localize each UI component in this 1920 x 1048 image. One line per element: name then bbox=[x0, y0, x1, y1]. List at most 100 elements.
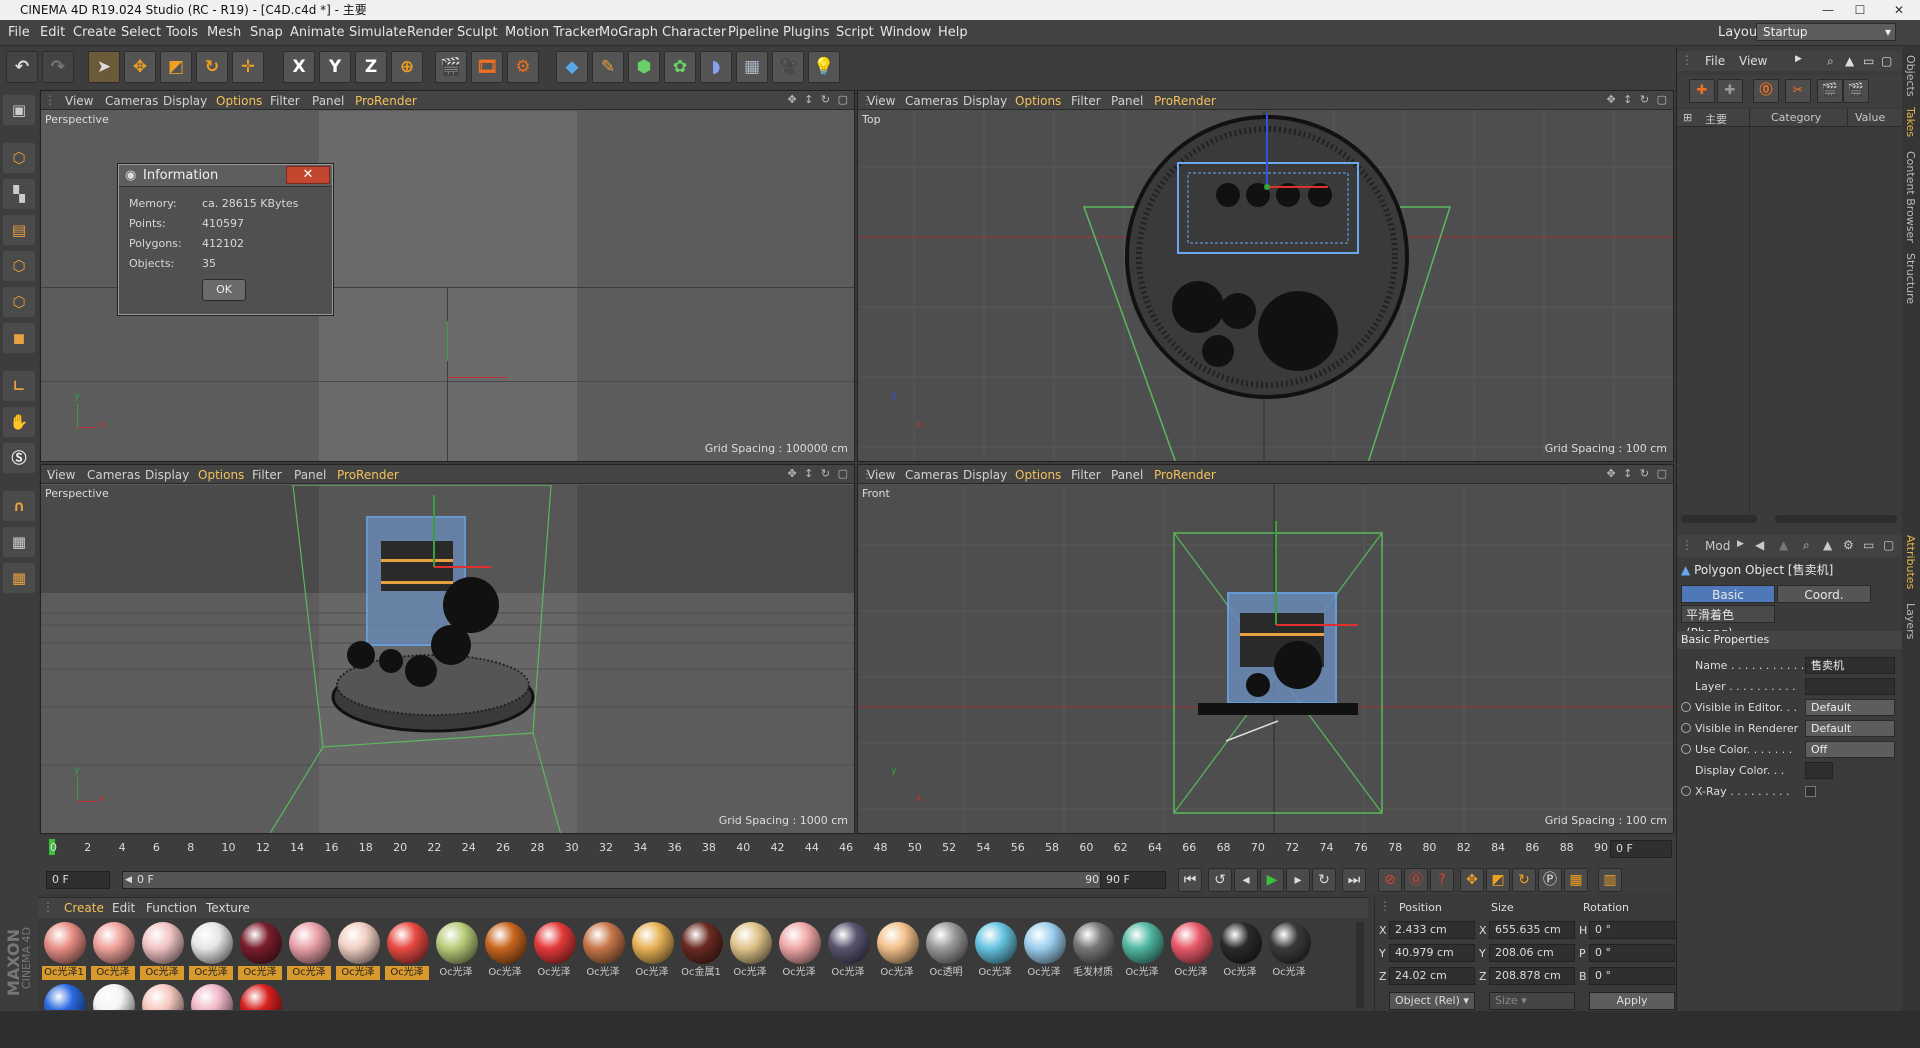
material-swatch[interactable]: 毛发材质 bbox=[1071, 922, 1115, 980]
key-pla-button[interactable]: ▦ bbox=[1564, 868, 1588, 892]
material-swatch[interactable] bbox=[238, 984, 282, 1010]
edges-mode-button[interactable]: ⬡ bbox=[3, 287, 35, 317]
rotation-h-field[interactable]: 0 ° bbox=[1589, 921, 1675, 939]
viewport-nav-icons[interactable]: ✥ ↕ ↻ ▢ bbox=[787, 467, 850, 480]
new-window-icon[interactable]: ▭ bbox=[1863, 538, 1874, 552]
maximize-icon[interactable]: ☐ bbox=[1846, 0, 1874, 18]
side-tab-objects[interactable]: Objects bbox=[1904, 55, 1917, 97]
autokey-button[interactable]: ⓪ bbox=[1404, 868, 1428, 892]
viewport-menu-prorender[interactable]: ProRender bbox=[355, 94, 417, 108]
viewport-menu-view[interactable]: View bbox=[867, 468, 895, 482]
record-button[interactable]: ⊘ bbox=[1378, 868, 1402, 892]
object-menu-file[interactable]: File bbox=[1705, 54, 1725, 68]
go-to-end-button[interactable]: ⏭ bbox=[1342, 868, 1366, 892]
material-swatch[interactable]: Oc光泽 bbox=[630, 922, 674, 980]
attr-mode-menu[interactable]: Mod bbox=[1705, 539, 1730, 553]
side-tab-structure[interactable]: Structure bbox=[1904, 253, 1917, 304]
attribute-value-field[interactable]: Default bbox=[1805, 720, 1895, 737]
maximize-panel-icon[interactable]: ▢ bbox=[1881, 54, 1892, 68]
viewport-menu-prorender[interactable]: ProRender bbox=[337, 468, 399, 482]
material-swatch[interactable] bbox=[91, 984, 135, 1010]
snap-button[interactable]: ∩ bbox=[3, 491, 35, 521]
menu-tools[interactable]: Tools bbox=[166, 25, 198, 40]
tab-basic[interactable]: Basic bbox=[1681, 585, 1775, 603]
horizontal-scrollbar[interactable] bbox=[1775, 515, 1897, 523]
pen-button[interactable]: ✎ bbox=[592, 51, 624, 83]
tab-phong[interactable]: 平滑着色(Phong) bbox=[1681, 605, 1775, 640]
redo-button[interactable]: ↷ bbox=[42, 51, 74, 83]
light-button[interactable]: 💡 bbox=[808, 51, 840, 83]
floor-button[interactable]: ▦ bbox=[736, 51, 768, 83]
viewport-menu-cameras[interactable]: Cameras bbox=[87, 468, 140, 482]
scale-tool-button[interactable]: ◩ bbox=[160, 51, 192, 83]
material-swatch[interactable]: Oc光泽 bbox=[532, 922, 576, 980]
xray-checkbox[interactable] bbox=[1805, 786, 1816, 797]
side-tab-attributes[interactable]: Attributes bbox=[1904, 535, 1917, 589]
viewport-menu-cameras[interactable]: Cameras bbox=[905, 94, 958, 108]
viewport-menu-filter[interactable]: Filter bbox=[270, 94, 300, 108]
object-menu-view[interactable]: View bbox=[1739, 54, 1767, 68]
material-swatch[interactable] bbox=[189, 984, 233, 1010]
polygons-mode-button[interactable]: ◼ bbox=[3, 323, 35, 353]
z-axis-button[interactable]: Z bbox=[355, 51, 387, 83]
take-expand-icon[interactable]: ⊞ bbox=[1683, 111, 1692, 124]
viewport-menu-display[interactable]: Display bbox=[163, 94, 207, 108]
model-mode-button[interactable]: ⬡ bbox=[3, 143, 35, 173]
viewport-menu-prorender[interactable]: ProRender bbox=[1154, 468, 1216, 482]
viewport-menu-options[interactable]: Options bbox=[198, 468, 244, 482]
render-picture-button[interactable]: 🎞 bbox=[471, 51, 503, 83]
material-menu-texture[interactable]: Texture bbox=[206, 901, 250, 915]
material-swatch[interactable]: Oc光泽 bbox=[875, 922, 919, 980]
end-frame-field[interactable]: 90 F bbox=[1100, 871, 1166, 889]
frame-range-slider[interactable]: ◀ 0 F 90 F ▶ bbox=[122, 871, 1128, 889]
position-z-field[interactable]: 24.02 cm bbox=[1389, 967, 1475, 985]
auto-take-button[interactable]: ✂ bbox=[1785, 79, 1811, 103]
cloner-button[interactable]: ✿ bbox=[664, 51, 696, 83]
take-add-button[interactable]: ✚ bbox=[1689, 79, 1715, 103]
planar-workplane-button[interactable]: ▦ bbox=[3, 563, 35, 593]
coordinate-mode-select[interactable]: Object (Rel) ▾ bbox=[1389, 992, 1475, 1010]
x-axis-button[interactable]: X bbox=[283, 51, 315, 83]
material-swatch[interactable]: Oc光泽 bbox=[483, 922, 527, 980]
material-menu-edit[interactable]: Edit bbox=[112, 901, 135, 915]
rotation-p-field[interactable]: 0 ° bbox=[1589, 944, 1675, 962]
animation-radio-icon[interactable] bbox=[1681, 786, 1691, 796]
material-swatch[interactable]: Oc光泽 bbox=[287, 922, 331, 980]
menu-character[interactable]: Character bbox=[662, 25, 726, 40]
make-editable-button[interactable]: ▣ bbox=[3, 95, 35, 125]
more-arrow-icon[interactable]: ▶ bbox=[1795, 54, 1802, 64]
viewport-nav-icons[interactable]: ✥ ↕ ↻ ▢ bbox=[1606, 467, 1669, 480]
viewport-menu-options[interactable]: Options bbox=[216, 94, 262, 108]
material-swatch[interactable]: Oc光泽 bbox=[1267, 922, 1311, 980]
undo-button[interactable]: ↶ bbox=[6, 51, 38, 83]
tab-coord[interactable]: Coord. bbox=[1777, 585, 1871, 603]
viewport-nav-icons[interactable]: ✥ ↕ ↻ ▢ bbox=[1606, 93, 1669, 106]
live-selection-button[interactable]: ➤ bbox=[88, 51, 120, 83]
size-mode-select[interactable]: Size ▾ bbox=[1489, 992, 1575, 1010]
cube-button[interactable]: ◆ bbox=[556, 51, 588, 83]
viewport-menu-panel[interactable]: Panel bbox=[1111, 468, 1143, 482]
workplane-mode-button[interactable]: ▤ bbox=[3, 215, 35, 245]
menu-animate[interactable]: Animate bbox=[290, 25, 344, 40]
take-root-label[interactable]: 主要 bbox=[1705, 111, 1727, 127]
menu-edit[interactable]: Edit bbox=[40, 25, 65, 40]
material-swatch[interactable]: Oc光泽 bbox=[91, 922, 135, 980]
material-swatch[interactable]: Oc光泽 bbox=[1169, 922, 1213, 980]
current-frame-field[interactable]: 0 F bbox=[1610, 840, 1672, 858]
attribute-value-field[interactable]: 售卖机 bbox=[1805, 657, 1895, 674]
axis-mode-button[interactable]: ∟ bbox=[3, 371, 35, 401]
lock-workplane-button[interactable]: ▦ bbox=[3, 527, 35, 557]
size-y-field[interactable]: 208.06 cm bbox=[1489, 944, 1575, 962]
material-swatch[interactable]: Oc光泽 bbox=[728, 922, 772, 980]
attribute-value-field[interactable] bbox=[1805, 678, 1895, 695]
viewport-perspective-2[interactable]: ⋮ View Cameras Display Options Filter Pa… bbox=[40, 464, 855, 834]
start-frame-field[interactable]: 0 F bbox=[46, 871, 110, 889]
viewport-menu-panel[interactable]: Panel bbox=[294, 468, 326, 482]
menu-mograph[interactable]: MoGraph bbox=[599, 25, 658, 40]
menu-create[interactable]: Create bbox=[73, 25, 116, 40]
attribute-value-field[interactable]: Off bbox=[1805, 741, 1895, 758]
viewport-menu-prorender[interactable]: ProRender bbox=[1154, 94, 1216, 108]
material-swatch[interactable]: Oc金属1 bbox=[679, 922, 723, 980]
render-take-button[interactable]: 🎬 bbox=[1817, 79, 1843, 103]
minimize-icon[interactable]: — bbox=[1814, 0, 1842, 18]
